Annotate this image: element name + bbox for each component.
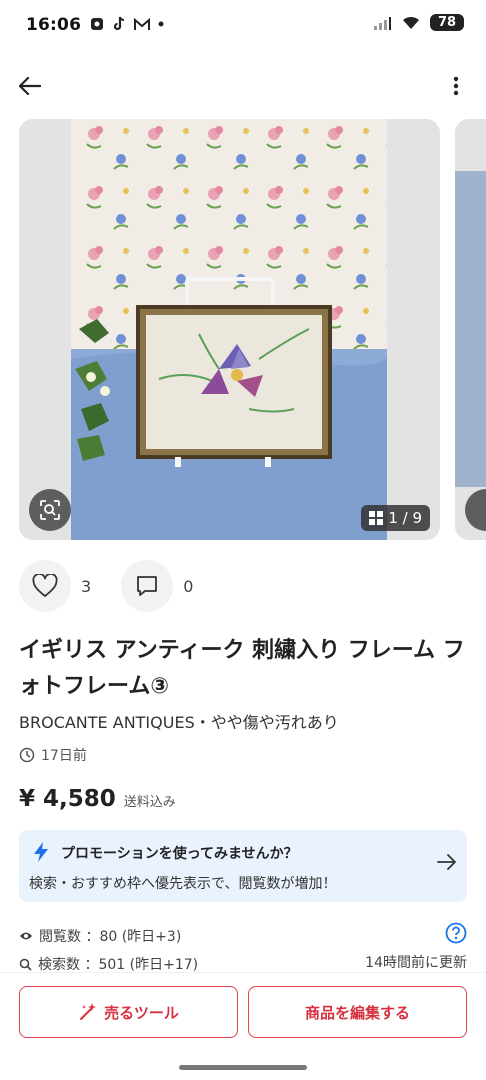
price-row: ¥ 4,580 送料込み: [19, 786, 176, 812]
dot-icon: [158, 21, 164, 27]
sell-tools-button[interactable]: 売るツール: [19, 986, 238, 1038]
sell-tools-label: 売るツール: [104, 1003, 179, 1022]
battery-indicator: 78: [430, 14, 464, 31]
back-arrow-icon: [19, 77, 41, 95]
promotion-banner[interactable]: プロモーションを使ってみませんか？ 検索・おすすめ枠へ優先表示で、閲覧数が増加！: [19, 830, 467, 902]
sparkle-wand-icon: [80, 1003, 97, 1020]
updated-time: 14時間前に更新: [365, 955, 467, 971]
embroidered-frame-image: [19, 119, 440, 540]
item-stats: 閲覧数 ：80 (昨日+3) 検索数 ：501 (昨日+17) 14時間前に更新: [19, 922, 467, 978]
photo-counter-label: 1 / 9: [388, 509, 422, 527]
comment-count: 0: [183, 576, 194, 596]
item-price: ¥ 4,580: [19, 786, 116, 812]
item-brand-condition: BROCANTE ANTIQUES・やや傷や汚れあり: [19, 713, 339, 732]
top-bar: [0, 64, 486, 110]
clock-icon: [19, 747, 35, 763]
comment-button[interactable]: [121, 560, 174, 612]
like-count: 3: [81, 576, 92, 596]
posted-time: 17日前: [19, 745, 87, 765]
photo-counter: 1 / 9: [361, 505, 430, 531]
shipping-label: 送料込み: [123, 795, 176, 810]
bottom-action-bar: 売るツール 商品を編集する: [0, 972, 486, 1080]
eye-icon: [20, 932, 32, 940]
arrow-right-icon: [437, 854, 456, 870]
item-title: イギリス アンティーク 刺繍入り フレーム フォトフレーム③: [19, 638, 465, 699]
wifi-icon: [403, 16, 419, 29]
edit-item-button[interactable]: 商品を編集する: [248, 986, 467, 1038]
more-options-button[interactable]: [440, 70, 472, 102]
more-vertical-icon: [453, 76, 459, 96]
search-icon: [19, 958, 32, 971]
lightning-icon: [34, 842, 48, 862]
promotion-title: プロモーションを使ってみませんか？: [61, 846, 298, 862]
next-photo-image: [455, 119, 486, 540]
next-photo-preview[interactable]: [455, 119, 486, 540]
notification-icons: [90, 16, 164, 32]
status-time: 16:06: [26, 15, 82, 35]
views-label: 閲覧数 ：80 (昨日+3): [39, 929, 182, 945]
product-photo[interactable]: 1 / 9: [19, 119, 440, 540]
home-indicator[interactable]: [179, 1065, 307, 1070]
help-icon[interactable]: [445, 922, 467, 944]
posted-time-label: 17日前: [41, 748, 87, 764]
views-row: 閲覧数 ：80 (昨日+3): [19, 922, 467, 950]
engagement-actions: 3 0: [19, 560, 223, 612]
grid-icon: [369, 511, 384, 525]
system-icons: 78: [374, 14, 464, 31]
back-button[interactable]: [14, 70, 46, 102]
promotion-description: 検索・おすすめ枠へ優先表示で、閲覧数が増加！: [29, 876, 337, 892]
signal-icon: [374, 16, 391, 30]
photo-carousel[interactable]: 1 / 9: [0, 119, 486, 540]
tiktok-icon: [113, 16, 125, 31]
comment-icon: [137, 576, 158, 596]
like-button[interactable]: [19, 560, 71, 612]
gmail-icon: [134, 17, 150, 30]
heart-icon: [32, 574, 58, 597]
image-search-icon: [40, 500, 60, 520]
image-search-button[interactable]: [29, 489, 71, 531]
app-notification-icon: [91, 18, 103, 30]
status-bar: 16:06 78: [0, 0, 486, 52]
edit-item-label: 商品を編集する: [304, 1003, 410, 1022]
searches-label: 検索数 ：501 (昨日+17): [38, 957, 199, 973]
